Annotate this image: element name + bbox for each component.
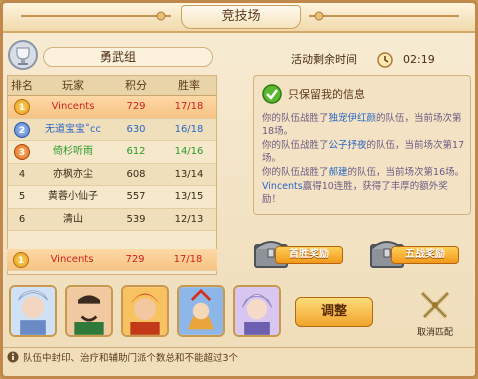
score-cell: 557: [126, 191, 146, 202]
header-score: 积分: [125, 79, 147, 92]
rate-cell: 17/18: [174, 101, 204, 112]
trophy-icon: [8, 40, 38, 70]
timer-value: 02:19: [403, 53, 435, 66]
player-cell: 清山: [63, 213, 83, 225]
table-row[interactable]: 6 清山 539 12/13: [8, 208, 216, 231]
log-text: 你的队伍战胜了: [262, 167, 329, 178]
five-battle-reward[interactable]: 五战奖励: [365, 229, 465, 275]
hero-portrait-4[interactable]: [177, 285, 225, 337]
timer: 活动剩余时间 02:19: [291, 51, 471, 69]
title-ornament-right: [309, 11, 459, 21]
ranking-table: 排名 玩家 积分 胜率 1 Vincents 729 17/18 2 无道宝宝˚cc 630…: [7, 75, 217, 275]
table-row[interactable]: 4 亦枫亦尘 608 13/14: [8, 163, 216, 186]
first-win-reward[interactable]: 首胜奖励: [249, 229, 349, 275]
hero-portrait-2[interactable]: [65, 285, 113, 337]
cancel-match-label: 取消匹配: [416, 328, 453, 338]
group-header: 勇武组: [7, 40, 217, 70]
log-player-link[interactable]: 独宠伊红颜: [329, 113, 377, 124]
arena-window: 竞技场 勇武组 排名 玩家 积分 胜率 1 Vincents 729 17/18 2 无道…: [0, 0, 478, 379]
page-title: 竞技场: [181, 5, 301, 29]
hero-portrait-5[interactable]: [233, 285, 281, 337]
player-cell: 亦枫亦尘: [53, 168, 93, 180]
rank-cell: 3: [8, 141, 36, 163]
table-row[interactable]: 3 倚杉听雨 612 14/16: [8, 141, 216, 164]
my-player-name: Vincents: [50, 254, 94, 265]
rate-cell: 12/13: [174, 213, 204, 225]
my-rank: 1: [7, 249, 35, 270]
title-bar: 竞技场: [3, 3, 475, 33]
score-cell: 630: [126, 123, 146, 135]
info-icon: [7, 351, 19, 363]
hero-portrait-3[interactable]: [121, 285, 169, 337]
team-rule-tip: 队伍中封印、治疗和辅助门派个数总和不能超过3个: [23, 353, 239, 364]
my-rate: 17/18: [173, 254, 203, 265]
log-entry: 你的队伍战胜了独宠伊红颜的队伍，当前场次第18场。: [262, 112, 466, 138]
timer-label: 活动剩余时间: [291, 53, 357, 66]
team-lineup: [3, 281, 475, 345]
table-row[interactable]: 2 无道宝宝˚cc 630 16/18: [8, 118, 216, 141]
title-ornament-left: [21, 11, 171, 21]
rate-cell: 13/14: [174, 168, 204, 180]
keep-my-info-checkbox[interactable]: [262, 84, 282, 104]
score-cell: 539: [126, 213, 146, 225]
player-cell: Vincents: [51, 101, 95, 112]
log-text: 的队伍，当前场次第16场。: [347, 167, 465, 178]
rank-cell: 4: [18, 168, 26, 180]
table-row[interactable]: 5 黄蓉小仙子 557 13/15: [8, 186, 216, 209]
adjust-team-button[interactable]: 调整: [295, 297, 373, 327]
rate-cell: 13/15: [174, 191, 204, 202]
rank-cell: 6: [18, 213, 26, 225]
player-cell: 无道宝宝˚cc: [45, 123, 101, 135]
hero-portrait-1[interactable]: [9, 285, 57, 337]
log-player-link[interactable]: 郝建: [329, 167, 348, 178]
group-label: 勇武组: [43, 47, 213, 67]
rate-cell: 16/18: [174, 123, 204, 135]
rank-cell: 1: [8, 96, 36, 118]
rank-cell: 5: [18, 191, 26, 202]
crossed-swords-icon: [420, 291, 450, 319]
score-cell: 612: [126, 146, 146, 157]
table-row[interactable]: 1 Vincents 729 17/18: [8, 96, 216, 119]
bronze-medal-icon: 3: [14, 144, 30, 160]
score-cell: 608: [126, 168, 146, 180]
gold-medal-icon: 1: [14, 99, 30, 115]
player-cell: 黄蓉小仙子: [48, 191, 98, 202]
header-rank: 排名: [11, 79, 33, 92]
rate-cell: 14/16: [174, 146, 204, 157]
log-text: 你的队伍战胜了: [262, 113, 329, 124]
rank-cell: 2: [8, 119, 36, 141]
log-entry: 你的队伍战胜了郝建的队伍，当前场次第16场。: [262, 166, 466, 179]
silver-medal-icon: 2: [14, 121, 30, 138]
log-entry: Vincents赢得10连胜，获得了丰厚的额外奖励！: [262, 180, 466, 206]
first-win-reward-label: 首胜奖励: [275, 246, 343, 264]
cancel-match-button[interactable]: 取消匹配: [409, 289, 461, 338]
keep-my-info-label: 只保留我的信息: [288, 88, 365, 101]
five-battle-reward-label: 五战奖励: [391, 246, 459, 264]
player-cell: 倚杉听雨: [53, 146, 93, 157]
log-entry: 你的队伍战胜了公子抒夜的队伍，当前场次第17场。: [262, 139, 466, 165]
clock-icon: [377, 52, 393, 68]
footer-tip-bar: 队伍中封印、治疗和辅助门派个数总和不能超过3个: [3, 347, 475, 376]
header-player: 玩家: [62, 79, 84, 92]
gold-medal-icon: 1: [13, 252, 29, 268]
log-text: 你的队伍战胜了: [262, 140, 329, 151]
my-score: 729: [125, 254, 145, 265]
log-player-link[interactable]: Vincents: [262, 181, 303, 192]
table-header: 排名 玩家 积分 胜率: [8, 76, 216, 96]
log-player-link[interactable]: 公子抒夜: [329, 140, 367, 151]
my-rank-row: 1 Vincents 729 17/18: [7, 249, 217, 271]
header-rate: 胜率: [178, 79, 200, 92]
score-cell: 729: [126, 101, 146, 112]
battle-log: 你的队伍战胜了独宠伊红颜的队伍，当前场次第18场。 你的队伍战胜了公子抒夜的队伍，…: [262, 112, 466, 207]
battle-log-panel: 只保留我的信息 你的队伍战胜了独宠伊红颜的队伍，当前场次第18场。 你的队伍战胜了…: [253, 75, 471, 215]
